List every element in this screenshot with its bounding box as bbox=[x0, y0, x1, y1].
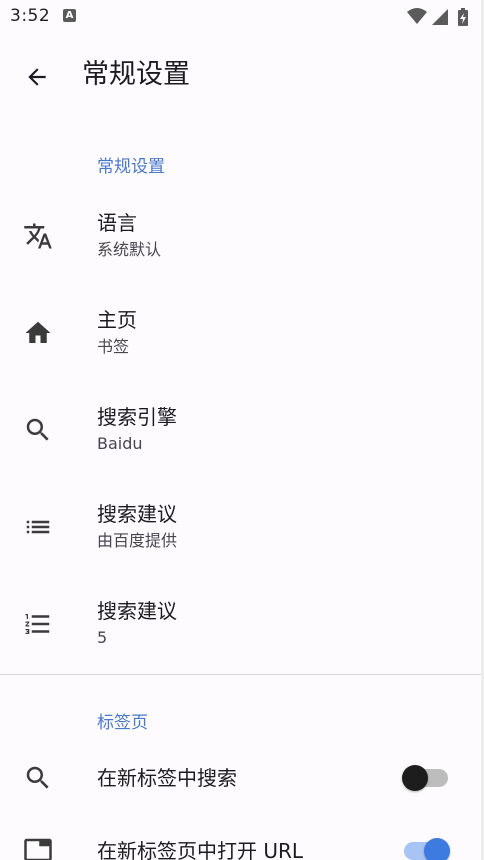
pref-search-in-new-tab[interactable]: 在新标签中搜索 bbox=[0, 730, 484, 826]
pref-summary: Baidu bbox=[97, 434, 143, 453]
pref-title: 搜索引擎 bbox=[97, 405, 177, 429]
pref-search-suggestions-count[interactable]: 搜索建议 5 bbox=[0, 576, 484, 672]
wifi-icon bbox=[407, 8, 427, 24]
pref-title: 搜索建议 bbox=[97, 599, 177, 623]
pref-summary: 书签 bbox=[97, 337, 130, 356]
pref-title: 语言 bbox=[97, 211, 137, 235]
pref-open-url-in-new-tab[interactable]: 在新标签页中打开 URL bbox=[0, 826, 484, 860]
open-url-in-new-tab-switch[interactable] bbox=[404, 838, 450, 860]
pref-summary: 系统默认 bbox=[97, 240, 162, 259]
pref-title: 在新标签中搜索 bbox=[97, 766, 237, 790]
pref-search-suggestions-provider[interactable]: 搜索建议 由百度提供 bbox=[0, 479, 484, 575]
list-icon bbox=[22, 511, 54, 543]
pref-title: 搜索建议 bbox=[97, 502, 177, 526]
numbered-list-icon bbox=[22, 608, 54, 640]
pref-title: 主页 bbox=[97, 308, 137, 332]
pref-title: 在新标签页中打开 URL bbox=[97, 839, 304, 860]
battery-charging-icon bbox=[458, 8, 468, 26]
section-divider bbox=[0, 674, 484, 675]
search-icon bbox=[22, 762, 54, 794]
pref-home[interactable]: 主页 书签 bbox=[0, 285, 484, 381]
search-icon bbox=[22, 414, 54, 446]
switch-thumb bbox=[424, 838, 450, 860]
section-header-general: 常规设置 bbox=[97, 157, 165, 177]
tab-icon bbox=[22, 834, 54, 860]
signal-icon bbox=[432, 9, 448, 25]
back-button[interactable] bbox=[16, 56, 58, 98]
switch-thumb bbox=[402, 765, 428, 791]
status-bar: 3:52 A bbox=[0, 0, 484, 34]
pref-summary: 由百度提供 bbox=[97, 531, 178, 550]
translate-icon bbox=[22, 220, 54, 252]
search-in-new-tab-switch[interactable] bbox=[402, 765, 448, 791]
pref-language[interactable]: 语言 系统默认 bbox=[0, 188, 484, 284]
status-icons bbox=[406, 7, 476, 27]
status-time: 3:52 bbox=[10, 6, 51, 26]
home-icon bbox=[22, 317, 54, 349]
page-title: 常规设置 bbox=[82, 59, 190, 90]
app-bar: 常规设置 bbox=[0, 34, 484, 116]
a-box-icon: A bbox=[63, 9, 76, 22]
pref-search-engine[interactable]: 搜索引擎 Baidu bbox=[0, 382, 484, 478]
pref-summary: 5 bbox=[97, 628, 108, 647]
arrow-back-icon bbox=[28, 68, 46, 86]
settings-screen: 3:52 A 常规设置 常规设置 语言 系统默认 主页 书签 搜索引擎 Baid… bbox=[0, 0, 484, 860]
